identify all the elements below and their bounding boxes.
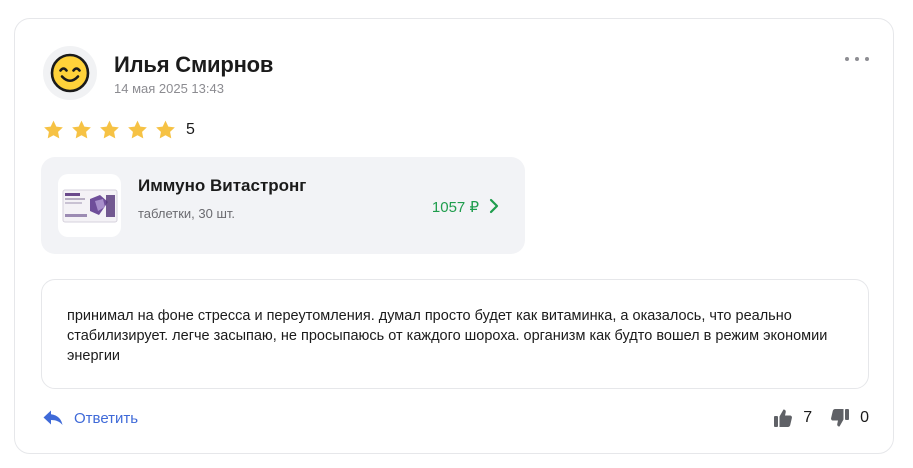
thumbs-down-icon bbox=[831, 409, 850, 427]
star-icon bbox=[44, 120, 63, 139]
product-name: Иммуно Витастронг bbox=[138, 176, 307, 195]
product-price: 1057 ₽ bbox=[431, 199, 479, 216]
thumbs-up-icon bbox=[774, 409, 793, 427]
dislike-count: 0 bbox=[860, 409, 869, 426]
more-dot bbox=[845, 57, 849, 61]
star-icon bbox=[156, 120, 175, 139]
author-avatar bbox=[43, 46, 97, 100]
reply-arrow-icon bbox=[43, 410, 63, 425]
star-icon bbox=[128, 120, 147, 139]
like-button[interactable]: 7 bbox=[773, 408, 812, 428]
product-box-image bbox=[62, 189, 117, 222]
smiling-face-icon bbox=[50, 53, 90, 93]
chevron-right-icon bbox=[489, 198, 499, 214]
star-icon bbox=[100, 120, 119, 139]
review-card: Илья Смирнов 14 мая 2025 13:43 5 Иммуно … bbox=[14, 18, 894, 454]
more-dot bbox=[865, 57, 869, 61]
star-icon bbox=[72, 120, 91, 139]
product-thumbnail bbox=[58, 174, 121, 237]
review-date: 14 мая 2025 13:43 bbox=[114, 81, 224, 96]
dislike-button[interactable]: 0 bbox=[830, 408, 869, 428]
review-text: принимал на фоне стресса и переутомления… bbox=[67, 308, 828, 364]
vote-controls: 7 0 bbox=[773, 407, 869, 429]
product-description: таблетки, 30 шт. bbox=[138, 206, 236, 221]
review-text-box: принимал на фоне стресса и переутомления… bbox=[41, 279, 869, 389]
reply-label: Ответить bbox=[74, 409, 139, 427]
rating-stars: 5 bbox=[42, 119, 195, 141]
like-count: 7 bbox=[803, 409, 813, 426]
rating-value: 5 bbox=[186, 121, 195, 138]
reply-button[interactable]: Ответить bbox=[42, 408, 138, 428]
more-dot bbox=[855, 57, 859, 61]
author-name: Илья Смирнов bbox=[114, 52, 274, 77]
product-card[interactable]: Иммуно Витастронг таблетки, 30 шт. 1057 … bbox=[41, 157, 525, 254]
more-dots-icon[interactable] bbox=[845, 51, 869, 67]
